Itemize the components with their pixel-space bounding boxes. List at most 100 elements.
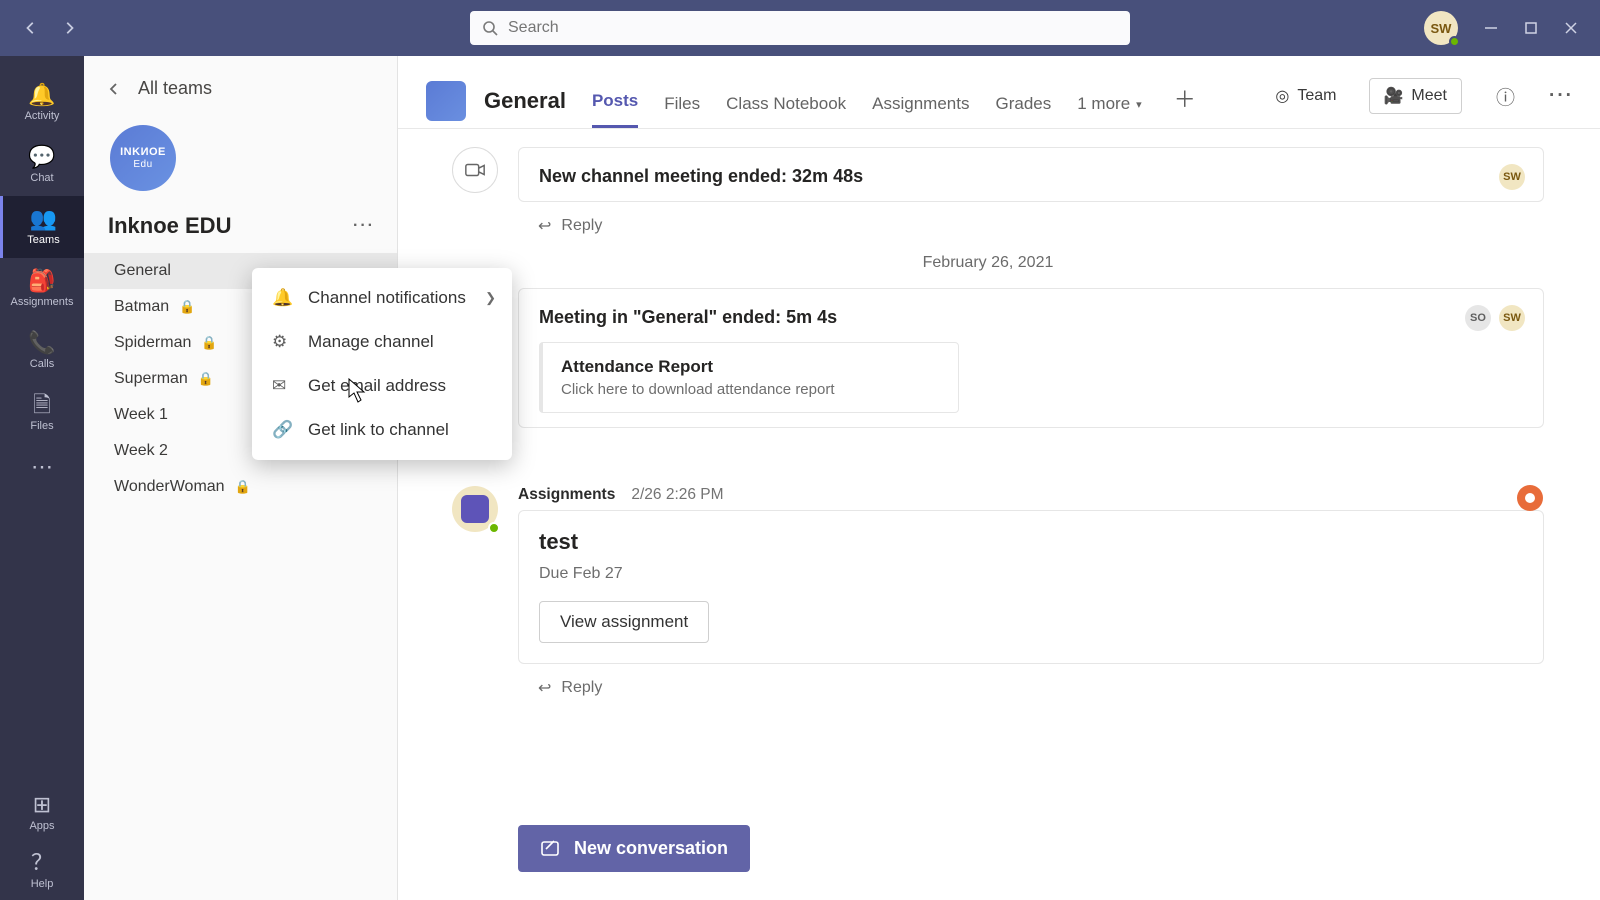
help-icon: ？ xyxy=(31,852,53,874)
lock-icon: 🔒 xyxy=(198,371,214,387)
rail-more[interactable]: ⋯ xyxy=(0,444,84,490)
date-separator: February 26, 2021 xyxy=(432,254,1544,272)
team-logo-text-top: INKИOE xyxy=(120,146,166,158)
attach-title: Attendance Report xyxy=(561,357,940,377)
main-area: General Posts Files Class Notebook Assig… xyxy=(398,56,1600,900)
info-button[interactable]: ⓘ xyxy=(1496,83,1515,110)
new-conversation-label: New conversation xyxy=(574,838,728,859)
rail-chat-label: Chat xyxy=(30,172,53,184)
chevron-right-icon: ❯ xyxy=(485,290,496,306)
participant-badge: SO xyxy=(1465,305,1491,331)
close-button[interactable] xyxy=(1564,21,1578,35)
context-menu-item[interactable]: ⚙ Manage channel xyxy=(252,320,512,364)
assignment-due: Due Feb 27 xyxy=(539,565,1523,583)
gear-icon: ⚙ xyxy=(272,332,292,352)
rail-activity-label: Activity xyxy=(25,110,60,122)
minimize-button[interactable] xyxy=(1484,21,1498,35)
attendance-report[interactable]: Attendance Report Click here to download… xyxy=(539,342,959,413)
assignment-title: test xyxy=(539,529,1523,555)
meeting-card[interactable]: Meeting in "General" ended: 5m 4s SO SW … xyxy=(518,288,1544,428)
team-icon: ◎ xyxy=(1275,86,1289,106)
nav-arrows xyxy=(24,21,76,35)
back-button[interactable] xyxy=(24,21,38,35)
meet-button[interactable]: 🎥 Meet xyxy=(1369,78,1463,114)
bell-icon: 🔔 xyxy=(28,84,55,106)
lock-icon: 🔒 xyxy=(179,299,195,315)
new-conversation-button[interactable]: New conversation xyxy=(518,825,750,872)
assignments-app-icon xyxy=(1517,485,1543,511)
forward-button[interactable] xyxy=(62,21,76,35)
tab-more[interactable]: 1 more ▾ xyxy=(1077,94,1141,128)
participant-badge: SW xyxy=(1499,305,1525,331)
assignments-bot-avatar xyxy=(452,486,498,532)
context-menu-item[interactable]: 🔗Get link to channel xyxy=(252,408,512,452)
context-menu-item[interactable]: 🔔Channel notifications❯ xyxy=(252,276,512,320)
tab-notebook[interactable]: Class Notebook xyxy=(726,94,846,128)
reply-button[interactable]: ↩ Reply xyxy=(518,202,1544,240)
participant-badge: SW xyxy=(1499,164,1525,190)
reply-button[interactable]: ↩ Reply xyxy=(518,664,1544,702)
channel-item[interactable]: WonderWoman 🔒 xyxy=(84,469,397,505)
rail-apps[interactable]: ⊞ Apps xyxy=(0,784,84,842)
team-more-button[interactable]: ··· xyxy=(353,217,375,235)
channel-name: Week 1 xyxy=(114,406,168,424)
meeting-ended-icon xyxy=(452,147,498,193)
app-rail: 🔔 Activity 💬 Chat 👥 Teams 🎒 Assignments … xyxy=(0,56,84,900)
teams-icon: 👥 xyxy=(30,208,57,230)
tab-posts[interactable]: Posts xyxy=(592,91,638,128)
rail-help-label: Help xyxy=(31,878,54,890)
rail-chat[interactable]: 💬 Chat xyxy=(0,134,84,196)
channel-header: General Posts Files Class Notebook Assig… xyxy=(398,56,1600,129)
compose-icon xyxy=(540,839,560,859)
channel-context-menu: 🔔Channel notifications❯⚙Manage channel✉G… xyxy=(252,268,512,460)
titlebar: SW xyxy=(0,0,1600,56)
view-assignment-button[interactable]: View assignment xyxy=(539,601,709,643)
team-logo-text-bottom: Edu xyxy=(133,159,152,170)
rail-teams[interactable]: 👥 Teams xyxy=(0,196,84,258)
tab-files[interactable]: Files xyxy=(664,94,700,128)
context-menu-label: Channel notifications xyxy=(308,288,466,308)
message-feed: New channel meeting ended: 32m 48s SW ↩ … xyxy=(398,129,1600,900)
lock-icon: 🔒 xyxy=(235,479,251,495)
team-logo[interactable]: INKИOE Edu xyxy=(110,125,176,191)
meet-btn-label: Meet xyxy=(1411,87,1447,105)
search-input[interactable] xyxy=(508,19,1118,37)
reply-icon: ↩ xyxy=(538,216,551,236)
message-row: Assignments 2/26 2:26 PM test Due Feb 27… xyxy=(432,486,1544,702)
rail-calls[interactable]: 📞 Calls xyxy=(0,320,84,382)
rail-apps-label: Apps xyxy=(29,820,54,832)
channel-name: Spiderman xyxy=(114,334,191,352)
video-icon: 🎥 xyxy=(1384,86,1404,106)
context-menu-label: Get email address xyxy=(308,376,446,396)
apps-icon: ⊞ xyxy=(33,794,51,816)
mail-icon: ✉ xyxy=(272,376,292,396)
global-search[interactable] xyxy=(470,11,1130,45)
tab-grades[interactable]: Grades xyxy=(995,94,1051,128)
rail-assignments[interactable]: 🎒 Assignments xyxy=(0,258,84,320)
channel-more-button[interactable]: ··· xyxy=(1549,85,1574,107)
team-button[interactable]: ◎ Team xyxy=(1261,79,1350,113)
rail-activity[interactable]: 🔔 Activity xyxy=(0,72,84,134)
team-name[interactable]: Inknoe EDU xyxy=(108,213,231,239)
channel-name: WonderWoman xyxy=(114,478,225,496)
assignment-card: test Due Feb 27 View assignment xyxy=(518,510,1544,664)
channel-name: Batman xyxy=(114,298,169,316)
context-menu-item[interactable]: ✉ Get email address xyxy=(252,364,512,408)
all-teams-link[interactable]: All teams xyxy=(84,56,397,109)
rail-files[interactable]: 🗎 Files xyxy=(0,382,84,444)
meeting-card[interactable]: New channel meeting ended: 32m 48s SW xyxy=(518,147,1544,202)
add-tab-button[interactable]: ＋ xyxy=(1174,82,1196,128)
reply-icon: ↩ xyxy=(538,678,551,698)
tab-assignments[interactable]: Assignments xyxy=(872,94,969,128)
chevron-left-icon xyxy=(108,83,120,95)
link-icon: 🔗 xyxy=(272,420,292,440)
context-menu-label: Manage channel xyxy=(308,332,434,352)
tab-more-label: 1 more xyxy=(1077,94,1130,114)
channel-title: General xyxy=(484,88,566,114)
user-avatar[interactable]: SW xyxy=(1424,11,1458,45)
maximize-button[interactable] xyxy=(1524,21,1538,35)
rail-help[interactable]: ？ Help xyxy=(0,842,84,900)
assignments-icon: 🎒 xyxy=(28,270,55,292)
rail-files-label: Files xyxy=(30,420,53,432)
presence-dot xyxy=(488,522,500,534)
